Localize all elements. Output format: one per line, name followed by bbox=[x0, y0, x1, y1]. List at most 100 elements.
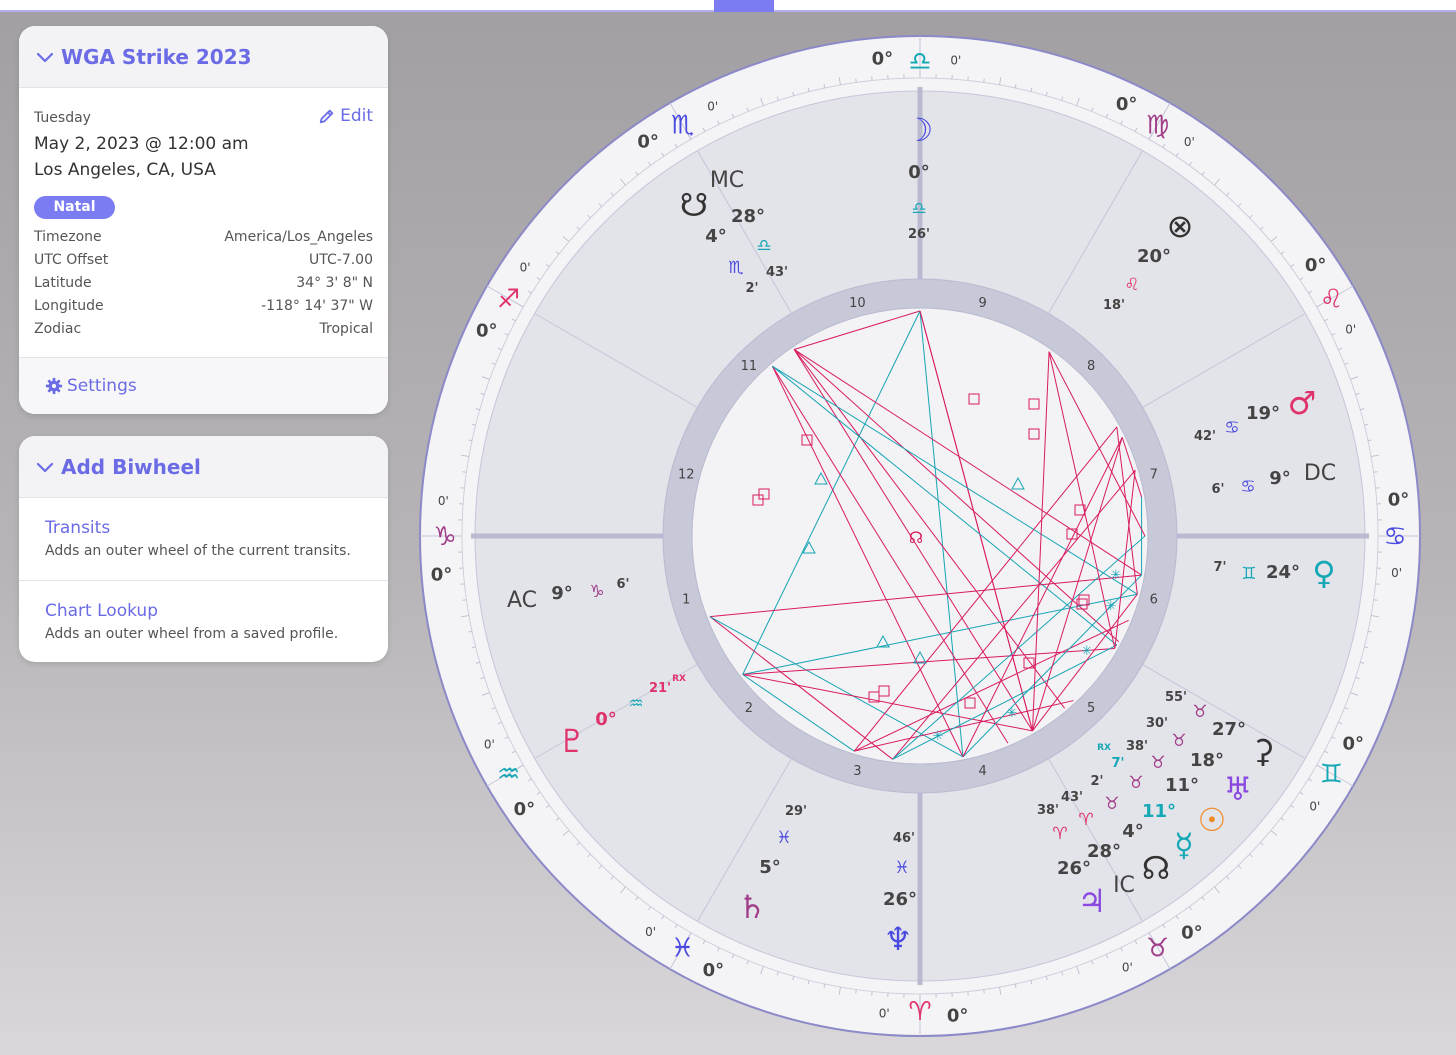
chart-lookup-option[interactable]: Chart Lookup Adds an outer wheel from a … bbox=[19, 580, 388, 662]
house-number-3: 3 bbox=[853, 764, 861, 779]
north-node-sign: ♉ bbox=[1104, 794, 1119, 814]
moon-minute: 26' bbox=[908, 227, 930, 242]
ac-sign: ♑ bbox=[589, 582, 604, 602]
mars-sign: ♋ bbox=[1224, 418, 1239, 438]
saturn-glyph: ♄ bbox=[738, 888, 767, 926]
fortune-degree: 20° bbox=[1137, 246, 1171, 267]
sign-zero-degree: 0° bbox=[514, 799, 536, 820]
sign-zero-degree: 0° bbox=[1181, 923, 1203, 944]
mercury-glyph: ☿ bbox=[1174, 826, 1194, 864]
gemini-sign-glyph: ♊ bbox=[1320, 760, 1343, 790]
sign-zero-degree: 0° bbox=[1388, 489, 1410, 510]
ceres-degree: 27° bbox=[1212, 719, 1246, 740]
profile-location: Los Angeles, CA, USA bbox=[34, 160, 216, 180]
sextile-aspect-marker: ✳ bbox=[1082, 644, 1093, 659]
house-number-6: 6 bbox=[1150, 593, 1158, 608]
property-value: UTC-7.00 bbox=[309, 252, 373, 268]
mercury-sign: ♉ bbox=[1128, 773, 1143, 793]
mars-minute: 42' bbox=[1194, 429, 1216, 444]
south-node-degree: 4° bbox=[705, 226, 727, 247]
edit-button[interactable]: Edit bbox=[318, 106, 373, 126]
property-value: 34° 3' 8" N bbox=[296, 275, 373, 291]
sun-minute: 38' bbox=[1126, 739, 1148, 754]
settings-button[interactable]: Settings bbox=[19, 357, 388, 414]
sign-zero-minute: 0' bbox=[1184, 135, 1195, 149]
chevron-down-icon[interactable] bbox=[35, 47, 55, 67]
dc-sign: ♋ bbox=[1240, 477, 1255, 497]
sign-zero-degree: 0° bbox=[703, 960, 725, 981]
sign-zero-degree: 0° bbox=[1305, 255, 1327, 276]
house-number-10: 10 bbox=[849, 296, 866, 311]
profile-card-header[interactable]: WGA Strike 2023 bbox=[19, 26, 388, 88]
house-number-5: 5 bbox=[1087, 701, 1095, 716]
fortune-glyph: ⊗ bbox=[1167, 207, 1194, 245]
degree-tick bbox=[855, 78, 857, 83]
degree-tick bbox=[1373, 599, 1378, 601]
sign-zero-minute: 0' bbox=[1309, 799, 1320, 813]
sign-zero-minute: 0' bbox=[707, 99, 718, 113]
sign-zero-degree: 0° bbox=[947, 1006, 969, 1027]
house-number-1: 1 bbox=[682, 593, 690, 608]
degree-tick bbox=[983, 78, 985, 83]
pluto-sign: ♒ bbox=[628, 694, 643, 714]
sign-zero-degree: 0° bbox=[431, 565, 453, 586]
jupiter-sign: ♈ bbox=[1052, 824, 1067, 844]
ac-minute: 6' bbox=[616, 577, 629, 592]
profile-title: WGA Strike 2023 bbox=[61, 44, 252, 69]
property-row: UTC Offset UTC-7.00 bbox=[34, 249, 373, 272]
property-label: Latitude bbox=[34, 275, 92, 291]
sign-zero-minute: 0' bbox=[520, 261, 531, 275]
settings-label: Settings bbox=[67, 376, 137, 396]
sextile-aspect-marker: ✳ bbox=[933, 729, 944, 744]
house-number-2: 2 bbox=[745, 701, 753, 716]
sign-zero-degree: 0° bbox=[1116, 94, 1138, 115]
property-label: UTC Offset bbox=[34, 252, 109, 268]
edit-label: Edit bbox=[340, 106, 373, 126]
capricorn-sign-glyph: ♑ bbox=[433, 522, 456, 552]
sign-zero-minute: 0' bbox=[1345, 323, 1356, 337]
degree-tick bbox=[462, 599, 467, 601]
property-label: Timezone bbox=[34, 229, 102, 245]
gear-icon bbox=[45, 377, 63, 395]
transits-link[interactable]: Transits bbox=[45, 518, 362, 538]
ceres-glyph: ⚳ bbox=[1251, 732, 1274, 770]
uranus-degree: 18° bbox=[1190, 750, 1224, 771]
cancer-sign-glyph: ♋ bbox=[1383, 522, 1406, 552]
property-value: Tropical bbox=[319, 321, 373, 337]
house-number-4: 4 bbox=[978, 764, 986, 779]
neptune-minute: 46' bbox=[893, 831, 915, 846]
mc-label: MC bbox=[710, 168, 744, 193]
south-node-minute: 2' bbox=[745, 281, 758, 296]
degree-tick bbox=[1373, 471, 1378, 473]
virgo-sign-glyph: ♍ bbox=[1146, 111, 1169, 141]
natal-chart-wheel[interactable]: ✳✳✳✳✳☊ 123 456789101112♎0° 0'♍0°0'♌0°0'♋0°… bbox=[412, 24, 1432, 1054]
sextile-aspect-marker: ✳ bbox=[1111, 568, 1122, 583]
north-node-glyph: ☊ bbox=[1142, 849, 1170, 887]
biwheel-card-header[interactable]: Add Biwheel bbox=[19, 436, 388, 498]
jupiter-glyph: ♃ bbox=[1078, 882, 1107, 920]
pluto-retrograde: RX bbox=[672, 674, 686, 684]
dc-degree: 9° bbox=[1269, 468, 1291, 489]
moon-glyph: ☽ bbox=[905, 111, 934, 149]
uranus-minute: 30' bbox=[1146, 716, 1168, 731]
sign-zero-minute: 0' bbox=[645, 925, 656, 939]
biwheel-card: Add Biwheel Transits Adds an outer wheel… bbox=[19, 436, 388, 662]
mc-sign: ♎ bbox=[756, 236, 771, 256]
property-row: Timezone America/Los_Angeles bbox=[34, 226, 373, 249]
sign-zero-degree: 0° bbox=[637, 131, 659, 152]
sun-glyph: ☉ bbox=[1198, 801, 1227, 839]
top-bar-indicator bbox=[714, 0, 774, 12]
property-label: Longitude bbox=[34, 298, 104, 314]
ac-degree: 9° bbox=[551, 583, 573, 604]
sign-zero-degree: 0° bbox=[872, 48, 894, 69]
transits-option[interactable]: Transits Adds an outer wheel of the curr… bbox=[19, 498, 388, 580]
jupiter-minute: 38' bbox=[1037, 803, 1059, 818]
sagittarius-sign-glyph: ♐ bbox=[497, 285, 520, 315]
venus-glyph: ♀ bbox=[1312, 554, 1335, 592]
sign-zero-minute: 0' bbox=[484, 737, 495, 751]
venus-sign: ♊ bbox=[1241, 564, 1256, 584]
chart-lookup-link[interactable]: Chart Lookup bbox=[45, 601, 362, 621]
chevron-down-icon[interactable] bbox=[35, 457, 55, 477]
mars-glyph: ♂ bbox=[1288, 384, 1317, 422]
mercury-retrograde: RX bbox=[1097, 743, 1111, 753]
